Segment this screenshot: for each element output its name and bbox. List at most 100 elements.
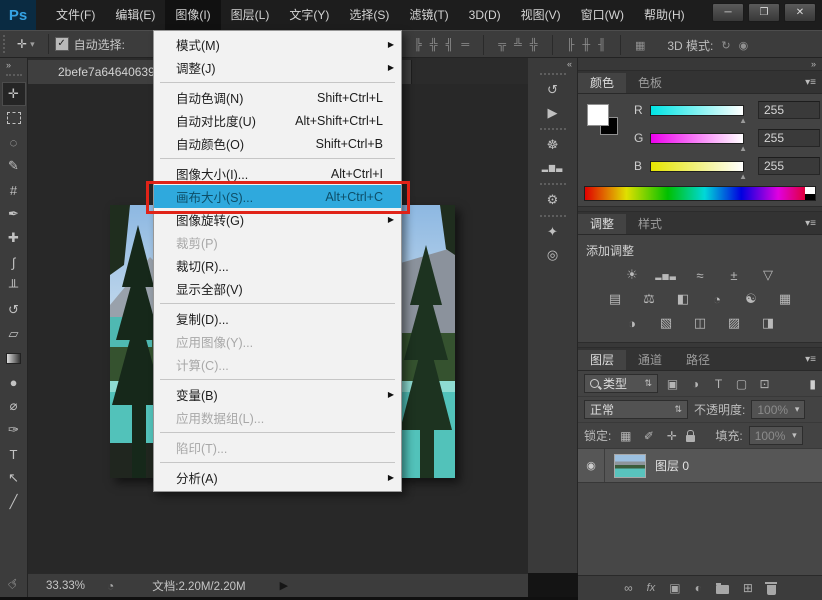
tools-expand-icon[interactable]: » [0, 58, 27, 70]
green-channel-value[interactable]: 255 [758, 129, 820, 147]
tab-channels[interactable]: 通道 [626, 350, 674, 370]
dock-grip[interactable] [540, 73, 566, 75]
color-lookup-icon[interactable]: ▦ [773, 290, 797, 308]
add-layer-mask-icon[interactable]: ▣ [669, 581, 680, 595]
blend-mode-dropdown[interactable]: 正常 ⇅ [584, 400, 688, 419]
brightness-contrast-icon[interactable]: ☀ [620, 266, 644, 284]
filter-adjustment-layers-icon[interactable]: ◑ [687, 377, 704, 391]
slider-thumb-icon[interactable]: ▲ [739, 144, 747, 153]
tool-lasso[interactable]: ◌ [2, 130, 26, 154]
filter-type-dropdown[interactable]: 类型 ⇅ [584, 374, 658, 393]
3d-rotate-icon[interactable]: ↻ [721, 39, 730, 52]
invert-icon[interactable]: ◑ [620, 314, 644, 332]
panel-menu-icon[interactable]: ▾≡ [799, 73, 822, 93]
layer-style-fx-icon[interactable]: fx [647, 582, 656, 594]
align-v-centers-icon[interactable]: ╩ [514, 39, 522, 51]
opacity-field[interactable]: 100% ▾ [751, 400, 805, 419]
delete-layer-icon[interactable] [767, 585, 776, 595]
tool-history-brush[interactable]: ↺ [2, 298, 26, 322]
filter-type-layers-icon[interactable]: T [710, 377, 727, 391]
dock-expand-icon[interactable]: « [528, 58, 577, 69]
tool-quick-selection[interactable]: ✎ [2, 154, 26, 178]
actions-panel-button[interactable]: ▶ [537, 101, 569, 124]
distribute-left-icon[interactable]: ╟ [567, 39, 575, 51]
menu-item-auto-contrast[interactable]: 自动对比度(U) Alt+Shift+Ctrl+L [154, 109, 401, 132]
selective-color-icon[interactable]: ◨ [756, 314, 780, 332]
distribute-spacing-icon[interactable]: ▦ [635, 39, 645, 52]
histogram-panel-button[interactable]: ▂▆▃ [537, 156, 569, 179]
lock-pixels-icon[interactable]: ✐ [640, 429, 657, 443]
tool-clone-stamp[interactable]: ╨ [2, 274, 26, 298]
menu-item-analysis[interactable]: 分析(A) ▶ [154, 466, 401, 489]
foreground-background-swatches[interactable] [587, 104, 625, 140]
spectrum-white-swatch[interactable] [805, 187, 815, 194]
tab-adjustments[interactable]: 调整 [578, 214, 626, 234]
3d-orbit-icon[interactable]: ◉ [739, 39, 749, 52]
tool-blur[interactable]: ● [2, 370, 26, 394]
lock-transparency-icon[interactable]: ▦ [617, 429, 634, 443]
tool-dodge[interactable]: ⌀ [2, 394, 26, 418]
align-right-edges-icon[interactable]: ╣ [446, 39, 454, 51]
layer-thumbnail[interactable] [614, 454, 646, 478]
dock-grip[interactable] [540, 183, 566, 185]
tool-gradient[interactable] [2, 346, 26, 370]
auto-select-checkbox[interactable]: ✓ [55, 37, 69, 51]
photo-filter-icon[interactable]: ◔ [705, 290, 729, 308]
posterize-icon[interactable]: ▧ [654, 314, 678, 332]
menu-item-mode[interactable]: 模式(M) ▶ [154, 33, 401, 56]
tool-brush[interactable]: ∫ [2, 250, 26, 274]
close-button[interactable]: ✕ [784, 3, 816, 22]
spectrum-black-swatch[interactable] [805, 194, 815, 200]
tool-marquee[interactable] [2, 106, 26, 130]
lock-position-icon[interactable]: ✛ [663, 429, 680, 443]
menu-item-auto-tone[interactable]: 自动色调(N) Shift+Ctrl+L [154, 86, 401, 109]
navigator-panel-button[interactable]: ☸ [537, 133, 569, 156]
green-channel-slider[interactable]: ▲ [650, 133, 744, 144]
blue-channel-value[interactable]: 255 [758, 157, 820, 175]
color-spectrum-ramp[interactable] [584, 186, 816, 201]
vibrance-icon[interactable]: ▽ [756, 266, 780, 284]
tool-crop[interactable]: # [2, 178, 26, 202]
brush-presets-panel-button[interactable]: ✦ [537, 220, 569, 243]
tool-eyedropper[interactable]: ✒ [2, 202, 26, 226]
properties-panel-button[interactable]: ⚙ [537, 188, 569, 211]
menu-type[interactable]: 文字(Y) [279, 0, 339, 30]
blue-channel-slider[interactable]: ▲ [650, 161, 744, 172]
menu-image[interactable]: 图像(I) [165, 0, 220, 30]
menu-view[interactable]: 视图(V) [511, 0, 571, 30]
align-left-edges-icon[interactable]: ╠ [414, 39, 422, 51]
maximize-button[interactable]: ❐ [748, 3, 780, 22]
tool-shape-line[interactable]: ╱ [2, 490, 26, 514]
new-group-icon[interactable] [716, 585, 729, 594]
tool-move[interactable]: ✛ [2, 82, 26, 106]
threshold-icon[interactable]: ◫ [688, 314, 712, 332]
distribute-center-icon[interactable]: ╫ [582, 39, 590, 51]
hue-saturation-icon[interactable]: ▤ [603, 290, 627, 308]
tab-swatches[interactable]: 色板 [626, 73, 674, 93]
levels-icon[interactable]: ▂▅▃ [654, 266, 678, 284]
align-top-edges-icon[interactable]: ═ [461, 39, 469, 51]
tool-type[interactable]: T [2, 442, 26, 466]
exposure-icon[interactable]: ± [722, 266, 746, 284]
menu-filter[interactable]: 滤镜(T) [399, 0, 458, 30]
menu-3d[interactable]: 3D(D) [459, 0, 511, 30]
menu-help[interactable]: 帮助(H) [634, 0, 695, 30]
history-panel-button[interactable]: ↺ [537, 78, 569, 101]
slider-thumb-icon[interactable]: ▲ [739, 172, 747, 181]
layer-row[interactable]: ◉ 图层 0 [578, 449, 822, 483]
menu-edit[interactable]: 编辑(E) [105, 0, 165, 30]
color-balance-icon[interactable]: ⚖ [637, 290, 661, 308]
status-options-arrow-icon[interactable]: ▶ [280, 579, 288, 592]
new-layer-icon[interactable]: ⊞ [743, 581, 753, 595]
tool-path-selection[interactable]: ↖ [2, 466, 26, 490]
new-adjustment-layer-icon[interactable]: ◐ [695, 581, 702, 595]
black-white-icon[interactable]: ◧ [671, 290, 695, 308]
link-layers-icon[interactable]: ∞ [624, 581, 633, 595]
tool-preset-move[interactable]: ✛ ▾ [10, 37, 42, 51]
align-h-centers-icon[interactable]: ╬ [430, 39, 438, 51]
align-v-top-icon[interactable]: ╦ [498, 39, 506, 51]
gradient-map-icon[interactable]: ▨ [722, 314, 746, 332]
tab-paths[interactable]: 路径 [674, 350, 722, 370]
menu-file[interactable]: 文件(F) [46, 0, 105, 30]
channel-mixer-icon[interactable]: ☯ [739, 290, 763, 308]
